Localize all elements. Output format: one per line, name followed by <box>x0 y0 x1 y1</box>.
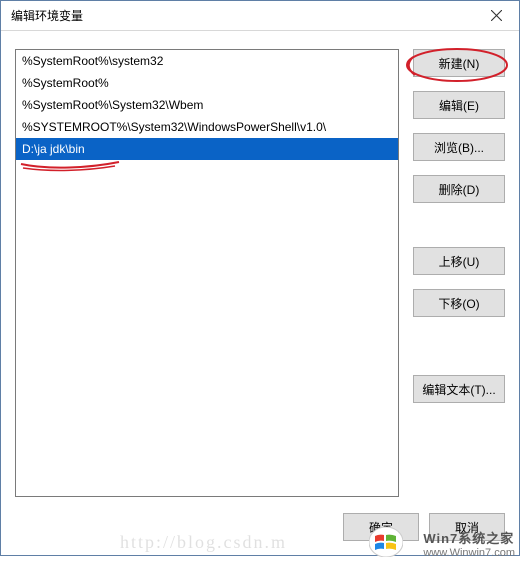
list-item[interactable]: %SystemRoot%\System32\Wbem <box>16 94 398 116</box>
edit-text-button[interactable]: 编辑文本(T)... <box>413 375 505 403</box>
edit-button[interactable]: 编辑(E) <box>413 91 505 119</box>
dialog-bottom-row: 确定 取消 <box>343 513 505 541</box>
path-listbox[interactable]: %SystemRoot%\system32%SystemRoot%%System… <box>15 49 399 497</box>
list-item[interactable]: %SystemRoot%\system32 <box>16 50 398 72</box>
client-area: %SystemRoot%\system32%SystemRoot%%System… <box>1 31 519 555</box>
main-row: %SystemRoot%\system32%SystemRoot%%System… <box>15 49 505 497</box>
titlebar: 编辑环境变量 <box>1 1 519 31</box>
close-icon <box>491 10 502 21</box>
move-up-button[interactable]: 上移(U) <box>413 247 505 275</box>
close-button[interactable] <box>474 1 519 31</box>
window-title: 编辑环境变量 <box>11 7 83 24</box>
list-item[interactable]: D:\ja jdk\bin <box>16 138 398 160</box>
move-down-button[interactable]: 下移(O) <box>413 289 505 317</box>
delete-button[interactable]: 删除(D) <box>413 175 505 203</box>
list-item[interactable]: %SYSTEMROOT%\System32\WindowsPowerShell\… <box>16 116 398 138</box>
list-item[interactable]: %SystemRoot% <box>16 72 398 94</box>
button-column: 新建(N) 编辑(E) 浏览(B)... 删除(D) 上移(U) 下移(O) 编… <box>413 49 505 497</box>
ok-button[interactable]: 确定 <box>343 513 419 541</box>
cancel-button[interactable]: 取消 <box>429 513 505 541</box>
new-button[interactable]: 新建(N) <box>413 49 505 77</box>
browse-button[interactable]: 浏览(B)... <box>413 133 505 161</box>
dialog-window: 编辑环境变量 %SystemRoot%\system32%SystemRoot%… <box>0 0 520 556</box>
